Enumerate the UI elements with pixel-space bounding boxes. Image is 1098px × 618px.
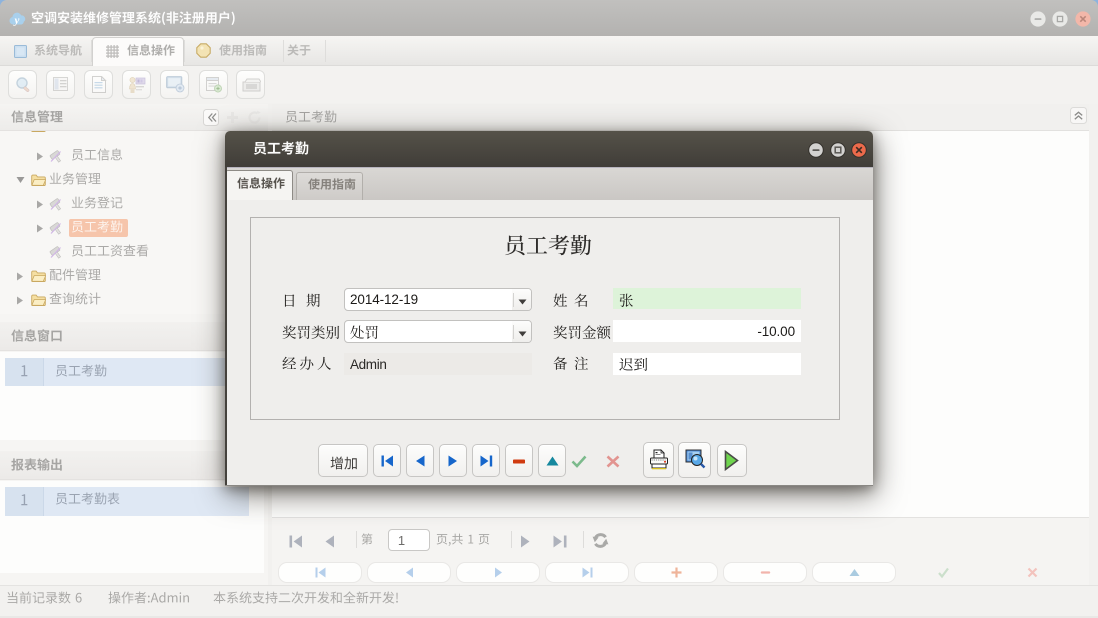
svg-text:y: y (13, 15, 20, 27)
